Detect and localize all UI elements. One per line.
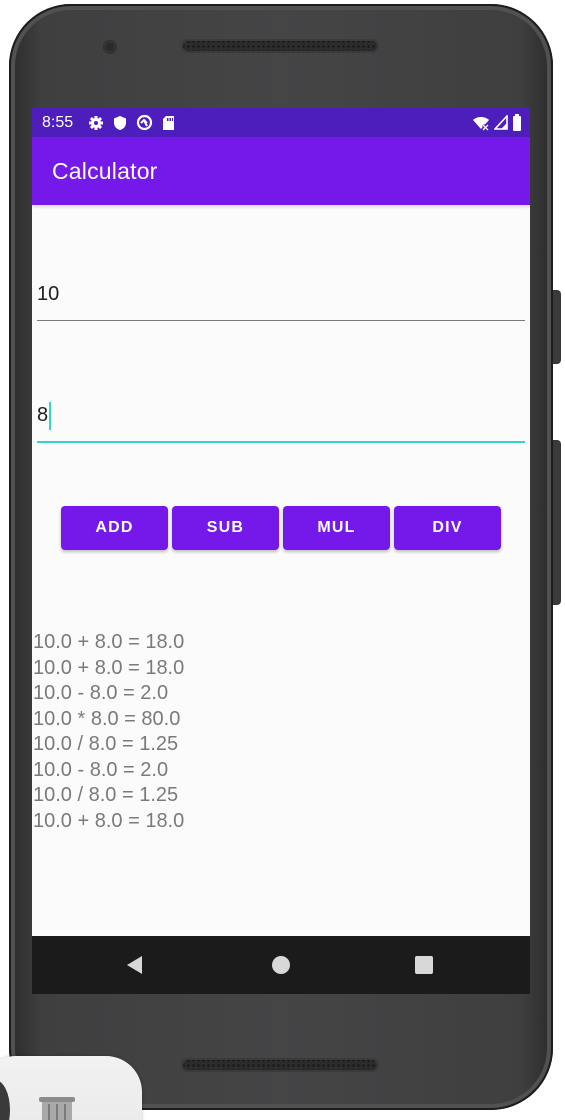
navigation-bar bbox=[32, 936, 530, 994]
result-history: 10.0 + 8.0 = 18.0 10.0 + 8.0 = 18.0 10.0… bbox=[33, 630, 184, 834]
add-button[interactable]: ADD bbox=[61, 506, 168, 550]
shield-icon bbox=[114, 115, 126, 130]
operation-buttons: ADD SUB MUL DIV bbox=[61, 506, 501, 550]
front-camera bbox=[103, 40, 117, 54]
first-number-field[interactable]: 10 bbox=[37, 283, 525, 323]
status-bar: 8:55 bbox=[32, 108, 530, 137]
second-number-field[interactable]: 8 bbox=[37, 402, 525, 446]
field-underline-focused bbox=[37, 441, 525, 443]
history-line: 10.0 + 8.0 = 18.0 bbox=[33, 631, 185, 653]
app-toolbar: Calculator bbox=[32, 137, 530, 205]
trash-icon[interactable] bbox=[33, 1093, 81, 1120]
multiply-button[interactable]: MUL bbox=[283, 506, 390, 550]
history-line: 10.0 + 8.0 = 18.0 bbox=[33, 656, 185, 679]
wifi-icon bbox=[473, 116, 490, 131]
text-cursor bbox=[49, 402, 51, 430]
gear-icon bbox=[89, 115, 103, 130]
volume-button[interactable] bbox=[553, 440, 561, 605]
sd-card-icon bbox=[163, 115, 174, 130]
history-line: 10.0 + 8.0 = 18.0 bbox=[33, 809, 185, 832]
subtract-button[interactable]: SUB bbox=[172, 506, 279, 550]
home-icon[interactable] bbox=[272, 956, 290, 974]
power-button[interactable] bbox=[553, 290, 561, 364]
bottom-speaker bbox=[181, 1058, 379, 1072]
first-number-value: 10 bbox=[37, 283, 60, 305]
history-line: 10.0 - 8.0 = 2.0 bbox=[33, 682, 169, 704]
earpiece-speaker bbox=[181, 39, 379, 53]
history-line: 10.0 / 8.0 = 1.25 bbox=[33, 733, 179, 755]
system-icons bbox=[472, 114, 522, 131]
signal-icon bbox=[494, 115, 508, 130]
sync-icon bbox=[136, 114, 153, 131]
device-screen: 8:55 Calculator 10 8 ADD SUB MUL DIV 10.… bbox=[32, 108, 530, 994]
app-title: Calculator bbox=[52, 158, 158, 184]
status-time: 8:55 bbox=[42, 114, 74, 131]
battery-icon bbox=[513, 114, 521, 131]
second-number-value: 8 bbox=[37, 404, 49, 426]
notification-icons bbox=[88, 114, 175, 131]
history-line: 10.0 * 8.0 = 80.0 bbox=[33, 707, 181, 730]
divide-button[interactable]: DIV bbox=[394, 506, 501, 550]
recents-icon[interactable] bbox=[415, 956, 433, 974]
emulator-window: 8:55 Calculator 10 8 ADD SUB MUL DIV 10.… bbox=[0, 0, 565, 1120]
history-line: 10.0 / 8.0 = 1.25 bbox=[33, 784, 179, 806]
history-line: 10.0 - 8.0 = 2.0 bbox=[33, 758, 169, 781]
back-icon[interactable] bbox=[127, 956, 142, 974]
field-underline bbox=[37, 320, 525, 321]
